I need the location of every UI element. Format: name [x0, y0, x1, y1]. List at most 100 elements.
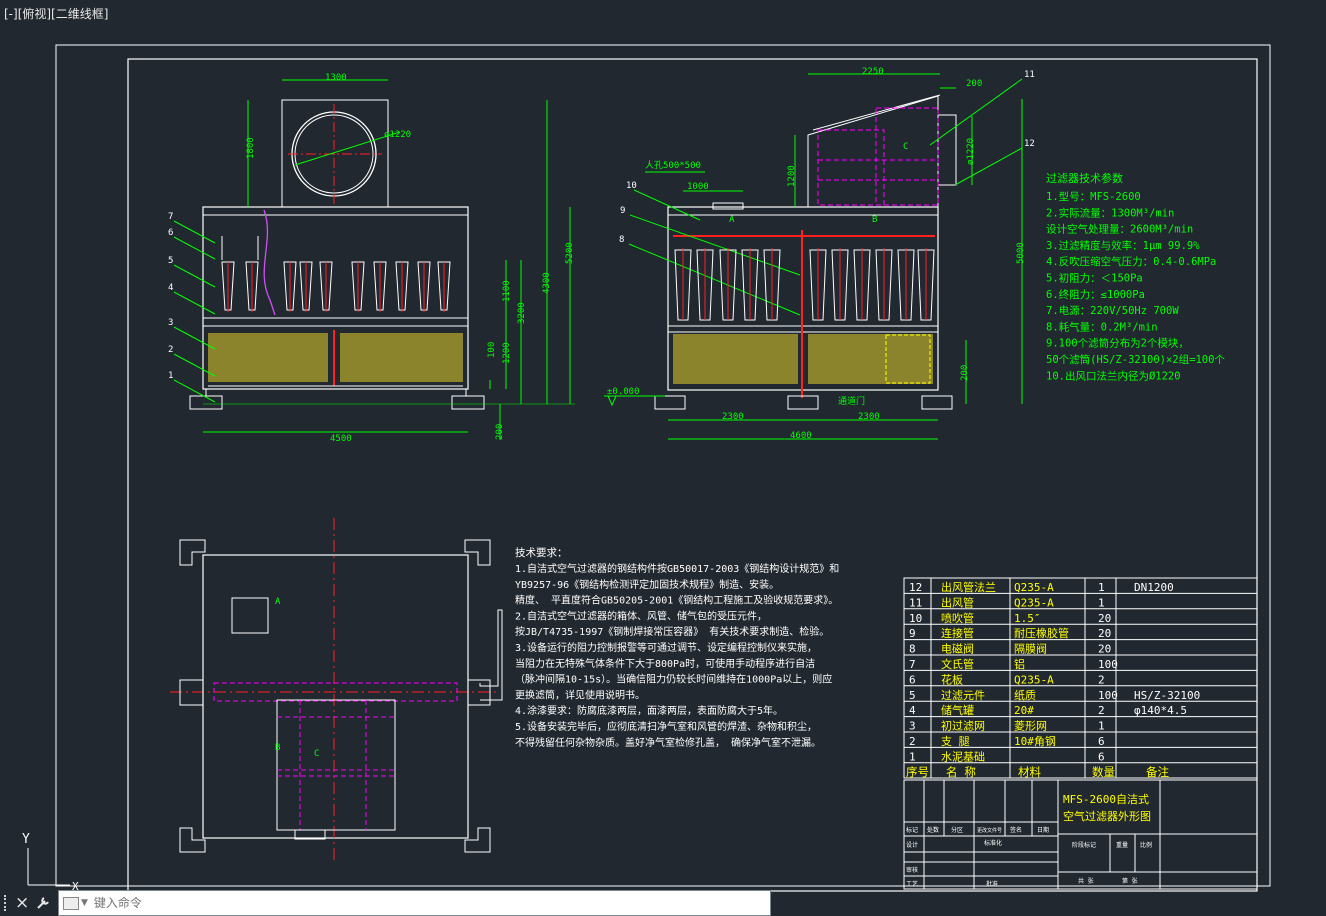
- terminal-icon[interactable]: [63, 896, 79, 910]
- close-icon[interactable]: ×: [15, 895, 29, 912]
- command-line[interactable]: ▼: [58, 890, 771, 916]
- bom-cell: 1.5″: [1014, 612, 1041, 625]
- corner-post: [179, 827, 206, 853]
- plan-a-label: A: [275, 597, 281, 607]
- bom-cell: 花板: [941, 672, 963, 686]
- outlet-plan: [276, 699, 396, 831]
- bom-cell: 水泥基础: [941, 750, 985, 763]
- balloon-label: 10: [626, 181, 637, 191]
- tb-label-sign: 签名: [1010, 826, 1022, 834]
- tech-requirements: 技术要求： 1.自洁式空气过滤器的钢结构件按GB50017-2003《钢结构设计…: [515, 546, 839, 749]
- bom-cell: 1: [909, 750, 916, 763]
- dim-1200: 1200: [502, 342, 512, 364]
- dim-200: 200: [966, 79, 982, 89]
- drawing-title-1: MFS-2600自洁式: [1063, 793, 1149, 806]
- foundation: [921, 395, 953, 410]
- tech-req-line: 按JB/T4735-1997《钢制焊接常压容器》 有关技术要求制造、检验。: [515, 625, 829, 638]
- wrench-icon[interactable]: [35, 895, 51, 911]
- tb-label-weight: 重量: [1116, 841, 1128, 849]
- bom-cell: 12: [909, 581, 922, 594]
- bom-cell: 20: [1098, 643, 1111, 656]
- bom-cell: HS/Z-32100: [1134, 689, 1200, 702]
- dim-1800: 1800: [246, 137, 256, 159]
- bom-cell: 文氏管: [941, 657, 974, 671]
- tech-param-line: 2.实际流量：1300M³/min: [1046, 206, 1174, 219]
- dim-dia: ø1220: [966, 138, 976, 165]
- balloon-label: 1: [168, 371, 173, 381]
- tech-req-line: YB9257-96《钢结构检测评定加固技术规程》制造、安装。: [515, 578, 779, 591]
- drawing-title-2: 空气过滤器外形图: [1063, 809, 1151, 823]
- tb-label-design: 设计: [906, 841, 918, 849]
- dim-1100: 1100: [502, 280, 512, 302]
- tech-param-line: 4.反吹压缩空气压力：0.4-0.6MPa: [1046, 255, 1216, 268]
- balloon-group: 10 9 8 11 12: [619, 70, 1035, 316]
- plan-view: A B C: [170, 518, 503, 860]
- bom-cell: Q235-A: [1014, 581, 1054, 594]
- corner-post: [464, 827, 491, 853]
- tb-label-zone: 分区: [951, 826, 963, 834]
- tech-param-line: 3.过滤精度与效率：1μm 99.9%: [1046, 239, 1200, 252]
- bom-cell: 储气罐: [941, 703, 974, 717]
- tb-label-doc: 更改文件号: [977, 827, 1002, 834]
- bom-cell: 4: [909, 704, 916, 717]
- balloon-label: 12: [1024, 139, 1035, 149]
- tech-param-line: 6.终阻力：≤1000Pa: [1046, 288, 1145, 301]
- bom-cell: 1: [1098, 596, 1105, 609]
- command-input[interactable]: [87, 892, 736, 914]
- bom-header-cell: 名 称: [946, 765, 976, 779]
- ucs-icon: Y X: [22, 832, 79, 893]
- grip-icon[interactable]: [4, 895, 9, 911]
- tech-params-title: 过滤器技术参数: [1046, 171, 1123, 185]
- balloon-leader: [173, 220, 216, 244]
- pre-filter-mesh: [808, 334, 933, 384]
- bom-cell: 6: [1098, 735, 1105, 748]
- tech-param-line: 设计空气处理量：2600M³/min: [1046, 223, 1193, 236]
- bom-cell: 支 腿: [941, 735, 970, 748]
- tech-req-line: 2.自洁式空气过滤器的箱体、风管、储气包的受压元件，: [515, 609, 767, 622]
- outlet-flange: [937, 114, 957, 186]
- balloon-leader: [173, 236, 216, 260]
- bom-cell: 出风管法兰: [941, 580, 996, 594]
- command-prompt-icon-group[interactable]: ▼: [59, 896, 88, 910]
- bom-cell: 20#: [1014, 704, 1034, 717]
- foundation: [654, 395, 686, 410]
- dim-manhole: 人孔500*500: [645, 160, 701, 171]
- bom-cell: 20: [1098, 627, 1111, 640]
- balloon-label: 9: [620, 206, 625, 216]
- bom-cell: 耐压橡胶管: [1014, 626, 1069, 640]
- tech-param-line: 50个滤筒(HS/Z-32100)×2组=100个: [1046, 353, 1225, 366]
- tb-label-std: 标准化: [984, 839, 1002, 847]
- tech-param-line: 10.出风口法兰内径为Ø1220: [1046, 369, 1181, 382]
- chevron-down-icon[interactable]: ▼: [81, 898, 88, 908]
- bom-cell: 初过滤网: [941, 719, 985, 733]
- tech-req-line: 5.设备安装完毕后，应彻底清扫净气室和风管的焊渣、杂物和积尘，: [515, 720, 817, 733]
- balloon-label: 5: [168, 256, 173, 266]
- tech-req-line: 当阻力在无特殊气体条件下大于800Pa时，可使用手动程序进行自洁: [515, 657, 815, 670]
- tech-req-line: 1.自洁式空气过滤器的钢结构件按GB50017-2003《钢结构设计规范》和: [515, 562, 839, 575]
- tech-req-line: 4.涂漆要求：防腐底漆两层，面漆两层，表面防腐大于5年。: [515, 704, 783, 717]
- hidden-duct: [875, 107, 939, 206]
- corner-post: [464, 539, 491, 566]
- dim-elev: ±0.000: [607, 387, 640, 397]
- bom-cell: 铝: [1014, 657, 1025, 671]
- bom-cell: 8: [909, 643, 916, 656]
- foundation: [189, 395, 223, 410]
- tech-req-line: 更换滤筒，详见使用说明书。: [515, 688, 645, 701]
- bom-cell: 出风管: [941, 595, 974, 609]
- tech-param-line: 1.型号：MFS-2600: [1046, 190, 1141, 203]
- dim-200: 200: [495, 424, 505, 440]
- balloon-label: 8: [619, 235, 624, 245]
- dim-left-2300: 2300: [722, 412, 744, 422]
- manhole: [712, 202, 744, 210]
- bom-cell: 10#角钢: [1014, 735, 1056, 748]
- cad-drawing-canvas[interactable]: 1300 ø1220 1800 4500 5200 4300 3200 1100…: [0, 0, 1326, 916]
- balloon-label: 3: [168, 318, 173, 328]
- manhole-plan: [231, 597, 269, 634]
- bom-cell: 纸质: [1014, 689, 1036, 702]
- corner-post: [179, 539, 206, 566]
- bom-cell: 1: [1098, 581, 1105, 594]
- tech-param-line: 9.100个滤筒分布为2个模块，: [1046, 337, 1189, 350]
- balloon-leader: [628, 243, 801, 316]
- plan-c-label: C: [314, 749, 319, 759]
- outlet-duct: [807, 95, 939, 207]
